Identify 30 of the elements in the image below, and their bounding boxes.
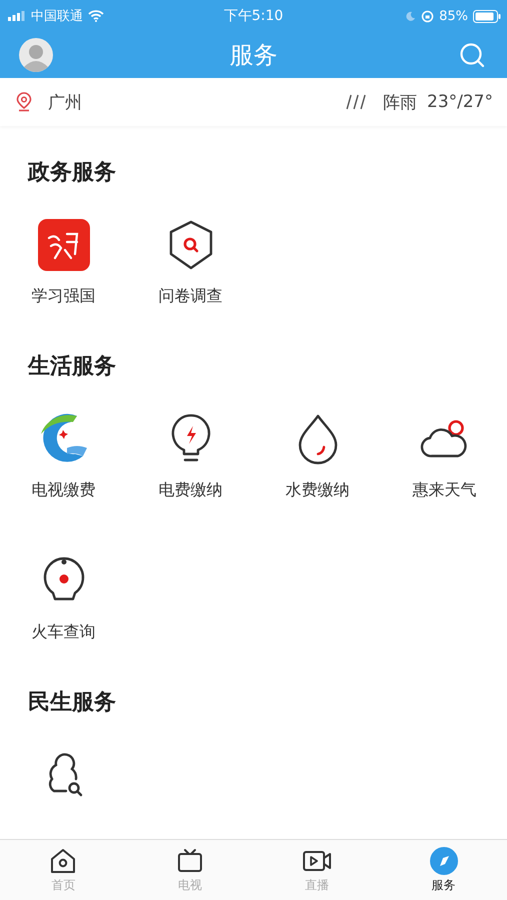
section-title: 生活服务 <box>28 353 117 381</box>
section-title: 民生服务 <box>28 689 117 717</box>
service-label[interactable]: 问卷调查 <box>158 286 222 306</box>
compass-icon <box>430 846 458 874</box>
weather-condition: 阵雨 <box>383 92 417 114</box>
service-label[interactable]: 火车查询 <box>32 622 96 642</box>
home-icon <box>49 846 78 874</box>
battery-percent: 85% <box>439 8 468 24</box>
temperature-range: 23°/27° <box>427 92 493 112</box>
service-label[interactable]: 电费缴纳 <box>158 480 222 500</box>
battery-icon <box>473 10 501 22</box>
status-time: 下午5:10 <box>224 7 284 25</box>
shield-search-icon[interactable] <box>168 218 214 272</box>
service-label[interactable]: 水费缴纳 <box>286 480 350 500</box>
search-icon[interactable] <box>459 42 485 68</box>
app-logo-icon[interactable] <box>36 218 90 272</box>
location-pin-icon <box>16 92 32 112</box>
moon-icon <box>406 11 416 21</box>
signal-icon <box>8 11 26 21</box>
carrier-name: 中国联通 <box>31 8 83 25</box>
section-title: 政务服务 <box>28 159 117 187</box>
tv-icon <box>176 846 204 874</box>
service-label[interactable]: 惠来天气 <box>412 480 476 500</box>
city-name[interactable]: 广州 <box>48 90 82 114</box>
service-label[interactable]: 电视缴费 <box>32 480 96 500</box>
service-label[interactable]: 学习强国 <box>32 286 96 306</box>
tab[interactable]: 服务 <box>380 840 507 900</box>
wifi-icon <box>88 10 104 22</box>
page-title: 服务 <box>230 40 278 71</box>
rotation-lock-icon <box>421 10 434 22</box>
